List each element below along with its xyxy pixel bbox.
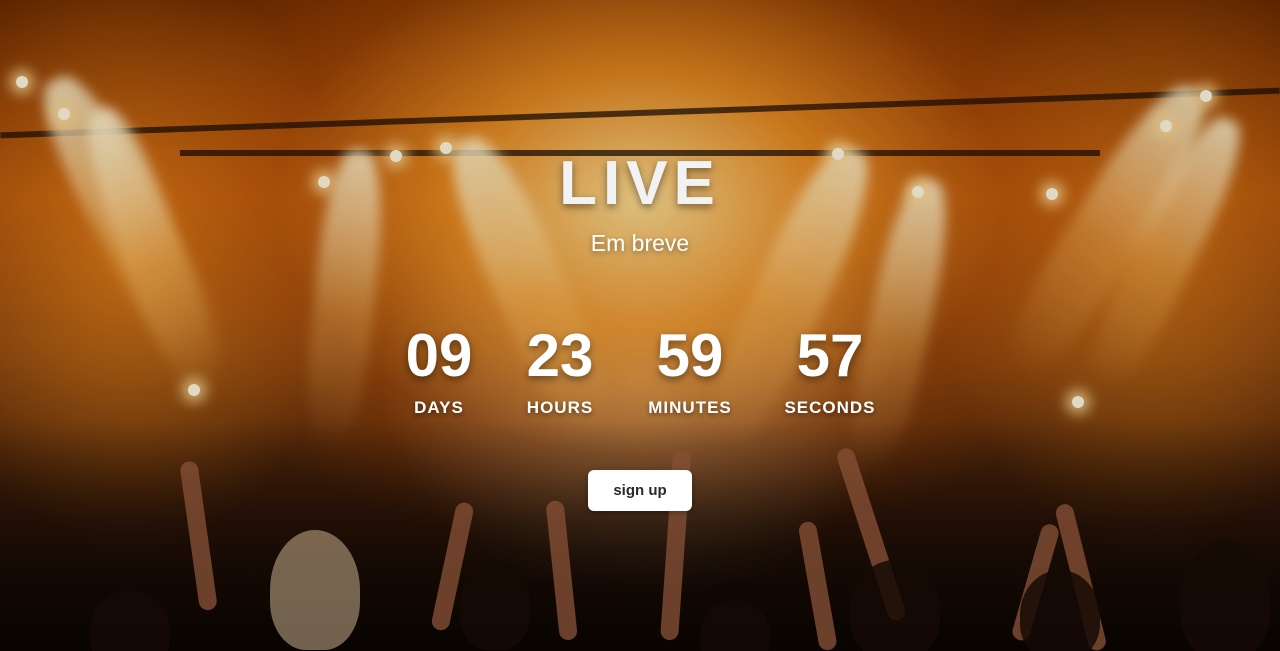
countdown-seconds: 57 SECONDS [770,322,890,418]
countdown-hours-label: HOURS [526,398,594,417]
countdown-days-label: DAYS [414,398,464,417]
countdown-seconds-label: SECONDS [784,398,876,417]
countdown-hours-value: 23 [526,322,594,389]
countdown-minutes: 59 MINUTES [630,322,750,418]
countdown-days: 09 DAYS [379,322,499,418]
countdown-hours: 23 HOURS [500,322,620,418]
sign-up-button[interactable]: sign up [588,470,692,511]
countdown-timer: 09 DAYS 23 HOURS 59 MINUTES 57 SECONDS [380,322,900,432]
countdown-seconds-value: 57 [796,322,864,389]
page-subtitle: Em breve [590,230,690,256]
countdown-minutes-label: MINUTES [648,398,732,417]
page-title: LIVE [559,149,721,218]
countdown-minutes-value: 59 [656,322,724,389]
countdown-days-value: 09 [405,322,473,389]
